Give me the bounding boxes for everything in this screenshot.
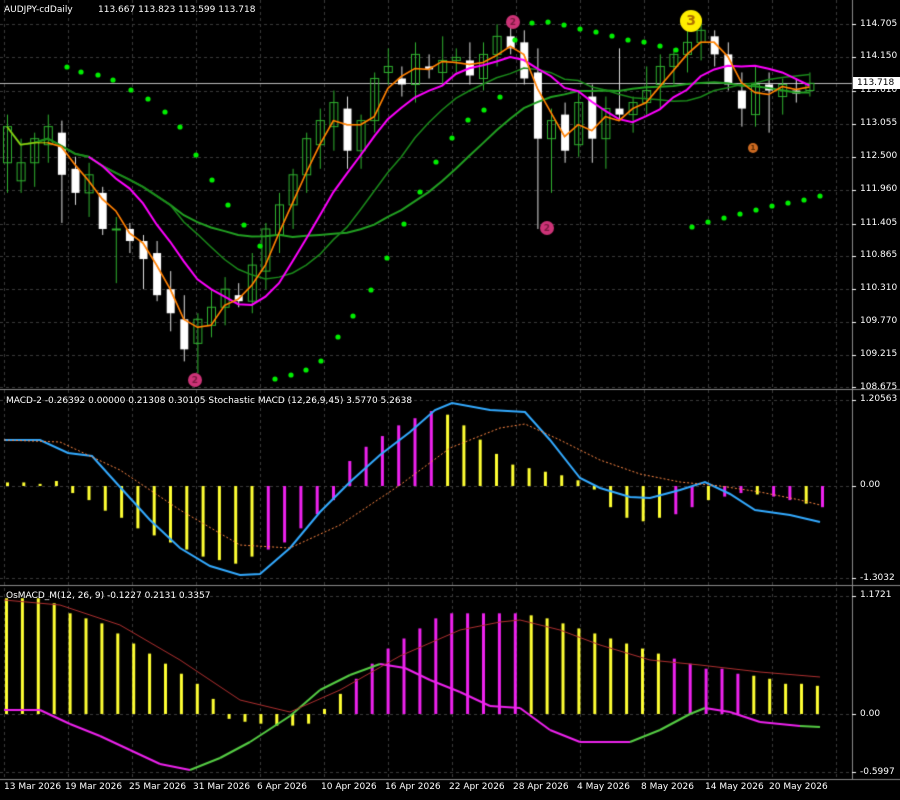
osmacd-axis-label: 1.1721 (860, 590, 892, 600)
price-axis-label: 109.215 (860, 349, 898, 359)
time-axis-label: 20 May 2026 (769, 782, 828, 792)
time-axis-label: 10 Apr 2026 (321, 782, 377, 792)
price-axis-label: 111.405 (860, 218, 898, 228)
osmacd-panel-title: OsMACD_M(12, 26, 9) -0.1227 0.2131 0.335… (6, 591, 211, 601)
time-axis-label: 25 Mar 2026 (129, 782, 187, 792)
osmacd-axis-label: -0.5997 (860, 767, 895, 777)
price-axis-label: 114.150 (860, 51, 898, 61)
macd-axis-label: 1.20563 (860, 394, 898, 404)
time-axis-label: 4 May 2026 (577, 782, 630, 792)
price-axis-label: 113.055 (860, 118, 898, 128)
price-axis-label: 113.610 (860, 85, 898, 95)
price-axis-label: 108.675 (860, 382, 898, 392)
macd-axis-label: 0.00 (860, 480, 881, 490)
time-axis-label: 22 Apr 2026 (449, 782, 505, 792)
time-axis-label: 16 Apr 2026 (385, 782, 441, 792)
price-axis-label: 110.310 (860, 283, 898, 293)
price-axis-label: 109.770 (860, 316, 898, 326)
time-axis-label: 19 Mar 2026 (65, 782, 123, 792)
price-axis-label: 110.865 (860, 250, 898, 260)
time-axis-label: 13 Mar 2026 (4, 782, 62, 792)
chart-title: AUDJPY-cdDaily (4, 5, 73, 15)
time-axis-label: 6 Apr 2026 (257, 782, 307, 792)
time-axis-label: 14 May 2026 (705, 782, 764, 792)
macd-axis-label: -1.3032 (860, 573, 895, 583)
time-axis-label: 8 May 2026 (641, 782, 694, 792)
ohlc-readout: 113.667 113.823 113.599 113.718 (98, 5, 256, 15)
price-axis-label: 114.705 (860, 19, 898, 29)
osmacd-axis-label: 0.00 (860, 709, 881, 719)
macd-panel-title: MACD-2 -0.26392 0.00000 0.21308 0.30105 … (6, 396, 413, 406)
time-axis-label: 31 Mar 2026 (193, 782, 251, 792)
price-axis-label: 111.960 (860, 184, 898, 194)
price-axis-label: 112.500 (860, 151, 898, 161)
time-axis-label: 28 Apr 2026 (513, 782, 569, 792)
